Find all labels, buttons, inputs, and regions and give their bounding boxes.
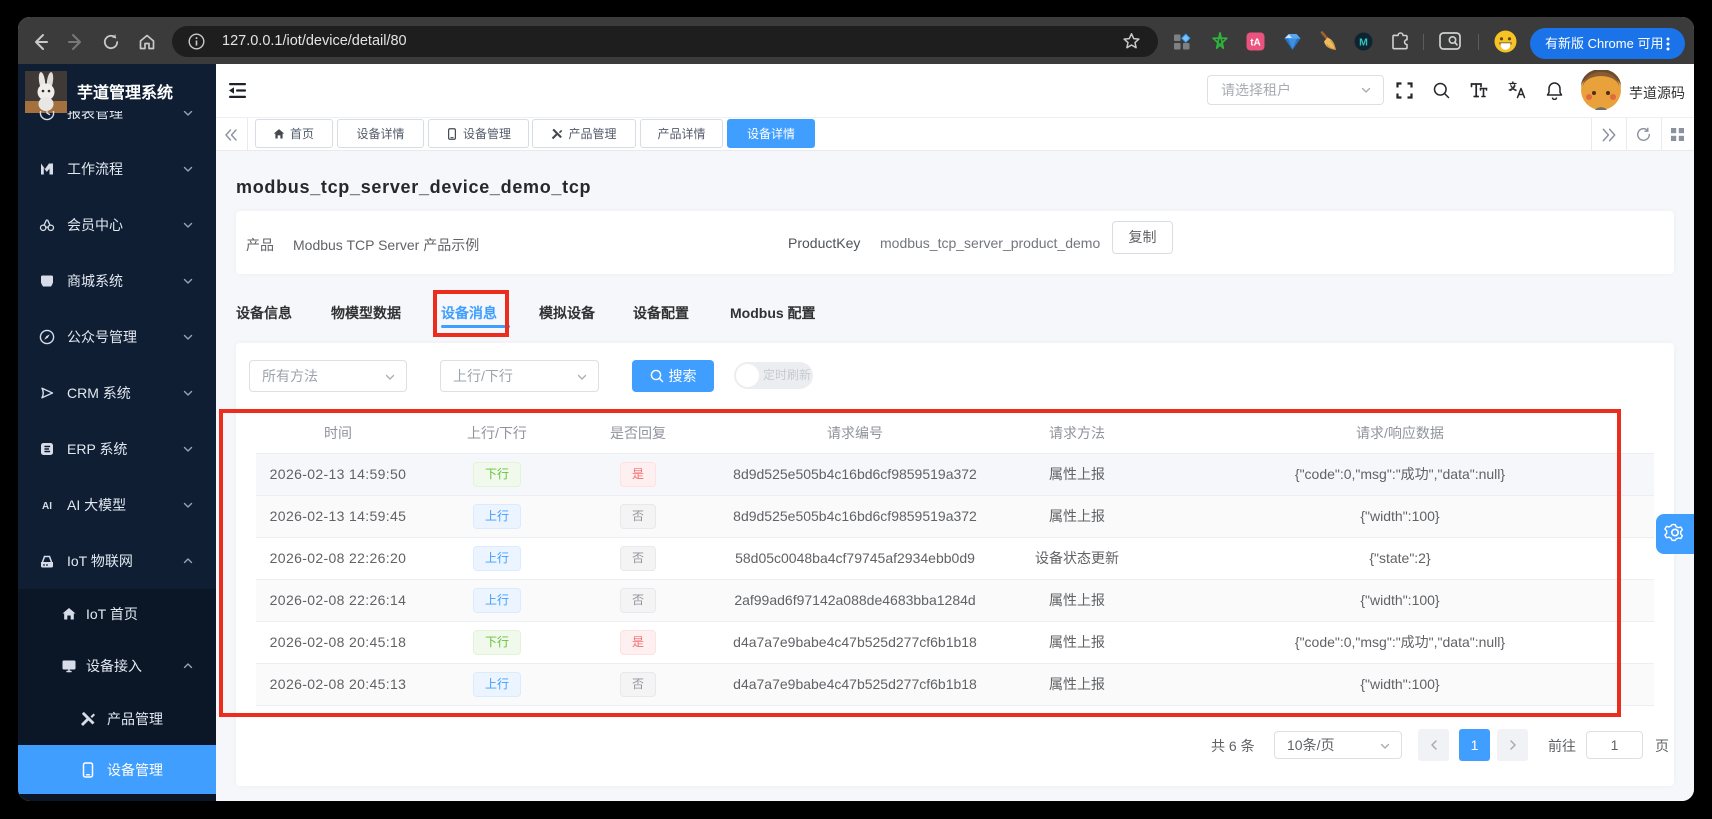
svg-text:AI: AI (42, 501, 52, 512)
svg-text:tA: tA (1250, 38, 1261, 49)
svg-text:M: M (1359, 37, 1368, 49)
